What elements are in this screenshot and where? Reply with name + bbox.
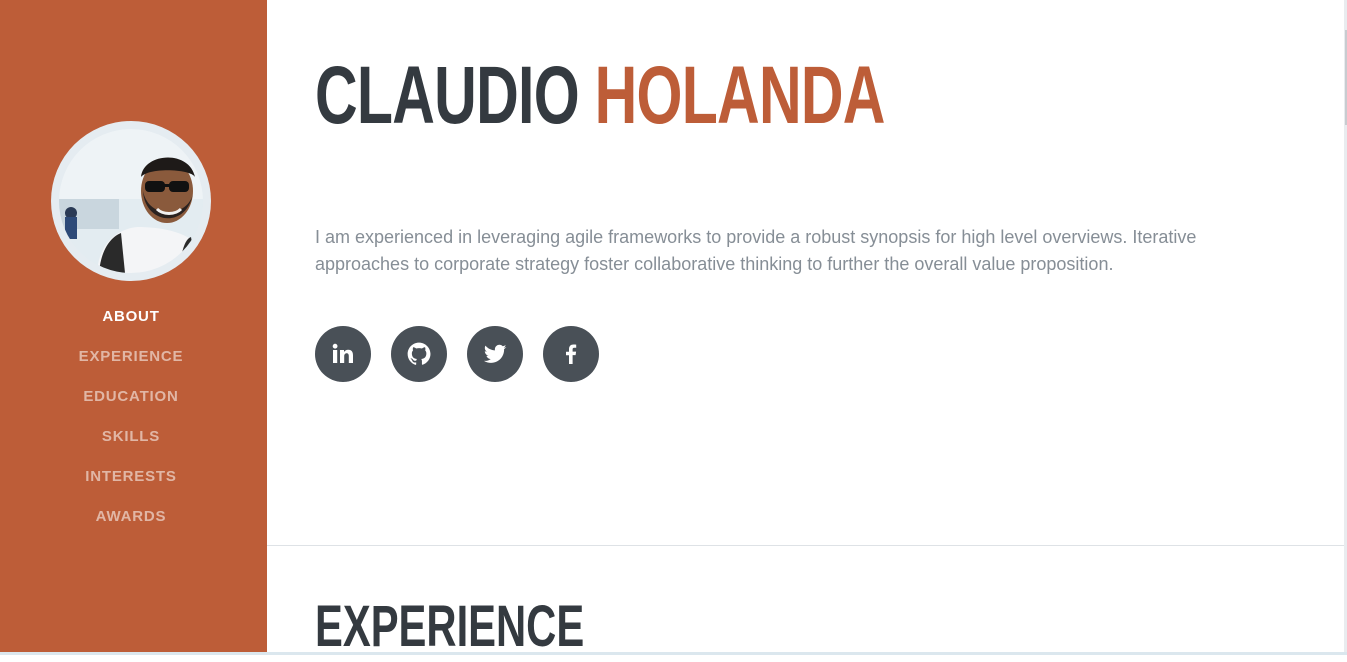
sidebar-nav: ABOUT EXPERIENCE EDUCATION SKILLS INTERE… (0, 301, 262, 541)
sidebar: ABOUT EXPERIENCE EDUCATION SKILLS INTERE… (0, 0, 267, 655)
nav-link-about[interactable]: ABOUT (102, 301, 159, 333)
section-divider (267, 545, 1344, 546)
social-links (315, 326, 599, 382)
nav-item-interests: INTERESTS (0, 461, 262, 501)
twitter-icon (483, 344, 507, 363)
first-name: CLAUDIO (315, 50, 580, 141)
github-button[interactable] (391, 326, 447, 382)
nav-item-education: EDUCATION (0, 381, 262, 421)
nav-link-skills[interactable]: SKILLS (102, 421, 160, 453)
nav-item-awards: AWARDS (0, 501, 262, 541)
page-title: CLAUDIO HOLANDA (315, 48, 885, 144)
linkedin-icon (332, 343, 353, 363)
facebook-button[interactable] (543, 326, 599, 382)
nav-link-awards[interactable]: AWARDS (96, 501, 167, 533)
twitter-button[interactable] (467, 326, 523, 382)
linkedin-button[interactable] (315, 326, 371, 382)
nav-item-experience: EXPERIENCE (0, 341, 262, 381)
nav-link-experience[interactable]: EXPERIENCE (79, 341, 184, 373)
nav-item-skills: SKILLS (0, 421, 262, 461)
nav-link-interests[interactable]: INTERESTS (85, 461, 176, 493)
github-icon (407, 342, 431, 365)
main-content: CLAUDIO HOLANDA I am experienced in leve… (267, 0, 1344, 659)
nav-link-education[interactable]: EDUCATION (83, 381, 178, 413)
last-name: HOLANDA (594, 50, 886, 141)
facebook-icon (566, 344, 577, 364)
intro-text: I am experienced in leveraging agile fra… (315, 227, 1197, 274)
nav-item-about: ABOUT (0, 301, 262, 341)
avatar[interactable] (51, 121, 211, 281)
profile-photo (59, 129, 203, 273)
